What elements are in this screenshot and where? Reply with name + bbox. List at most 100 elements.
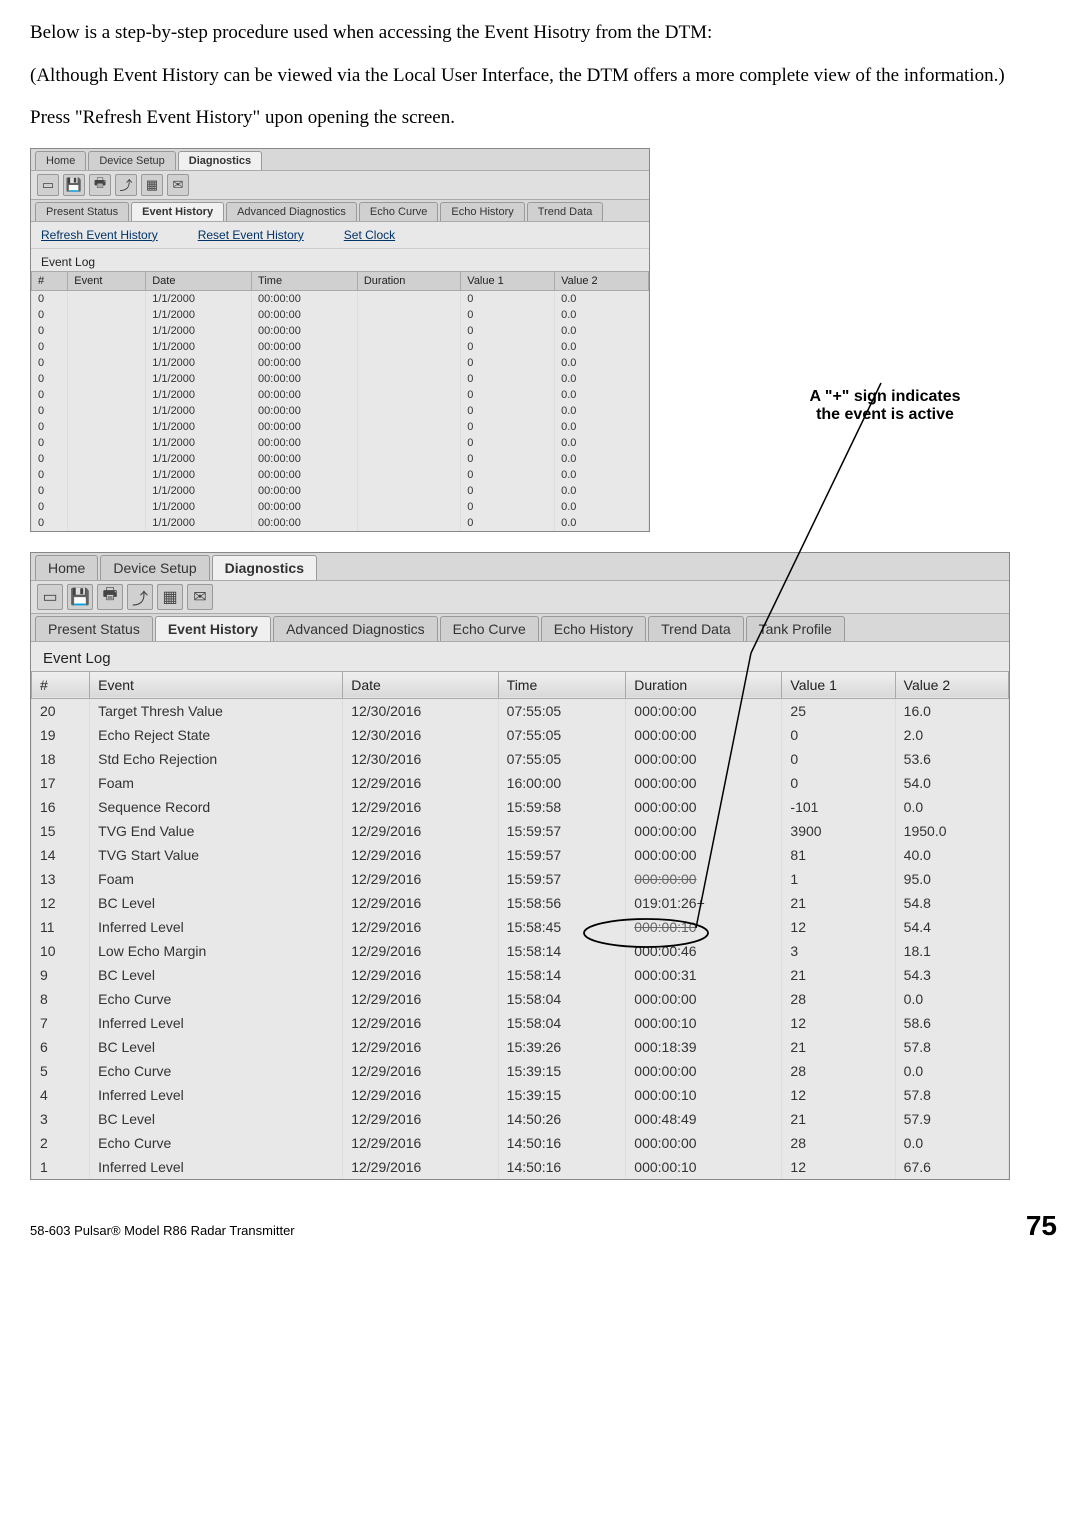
action-refresh-event-history[interactable]: Refresh Event History — [41, 228, 158, 242]
table-row[interactable]: 01/1/200000:00:0000.0 — [32, 451, 649, 467]
cell-v1: 0 — [461, 355, 555, 371]
table-row[interactable]: 01/1/200000:00:0000.0 — [32, 419, 649, 435]
cell-event: Inferred Level — [90, 1083, 343, 1107]
mail-icon[interactable]: ✉ — [167, 174, 189, 196]
col-value-1: Value 1 — [461, 271, 555, 290]
cell-v2: 0.0 — [555, 467, 649, 483]
cell-time: 00:00:00 — [252, 371, 358, 387]
tab-home[interactable]: Home — [35, 555, 98, 580]
sub-tabs-row-big: Present StatusEvent HistoryAdvanced Diag… — [31, 614, 1009, 642]
cell-date: 1/1/2000 — [146, 467, 252, 483]
save-icon[interactable]: 💾 — [63, 174, 85, 196]
table-row[interactable]: 19Echo Reject State12/30/201607:55:05000… — [32, 723, 1009, 747]
action-set-clock[interactable]: Set Clock — [344, 228, 395, 242]
cell-n: 0 — [32, 371, 68, 387]
cell-time: 15:39:26 — [498, 1035, 626, 1059]
cell-v1: 21 — [782, 963, 895, 987]
save-icon[interactable]: 💾 — [67, 584, 93, 610]
cell-dur: 000:00:00 — [626, 987, 782, 1011]
cell-dur: 000:00:00 — [626, 723, 782, 747]
action-reset-event-history[interactable]: Reset Event History — [198, 228, 304, 242]
tab-present-status[interactable]: Present Status — [35, 202, 129, 221]
tab-device-setup[interactable]: Device Setup — [100, 555, 209, 580]
cell-v2: 53.6 — [895, 747, 1008, 771]
tab-event-history[interactable]: Event History — [131, 202, 224, 221]
tab-echo-history[interactable]: Echo History — [440, 202, 524, 221]
cell-date: 1/1/2000 — [146, 355, 252, 371]
table-row[interactable]: 20Target Thresh Value12/30/201607:55:050… — [32, 698, 1009, 723]
table-row[interactable]: 6BC Level12/29/201615:39:26000:18:392157… — [32, 1035, 1009, 1059]
callout-text: A "+" sign indicates the event is active — [770, 388, 1000, 424]
table-row[interactable]: 01/1/200000:00:0000.0 — [32, 290, 649, 307]
tab-advanced-diagnostics[interactable]: Advanced Diagnostics — [226, 202, 357, 221]
tab-trend-data[interactable]: Trend Data — [527, 202, 604, 221]
table-row[interactable]: 5Echo Curve12/29/201615:39:15000:00:0028… — [32, 1059, 1009, 1083]
table-row[interactable]: 01/1/200000:00:0000.0 — [32, 387, 649, 403]
tab-echo-curve[interactable]: Echo Curve — [359, 202, 438, 221]
cell-time: 15:58:04 — [498, 1011, 626, 1035]
cell-date: 1/1/2000 — [146, 419, 252, 435]
cell-v2: 0.0 — [555, 323, 649, 339]
toolbar-icon-generic[interactable]: ▭ — [37, 584, 63, 610]
table-row[interactable]: 01/1/200000:00:0000.0 — [32, 467, 649, 483]
tab-tank-profile[interactable]: Tank Profile — [746, 616, 845, 641]
table-row[interactable]: 2Echo Curve12/29/201614:50:16000:00:0028… — [32, 1131, 1009, 1155]
tab-trend-data[interactable]: Trend Data — [648, 616, 744, 641]
tab-home[interactable]: Home — [35, 151, 86, 170]
table-row[interactable]: 12BC Level12/29/201615:58:56019:01:26+21… — [32, 891, 1009, 915]
table-row[interactable]: 7Inferred Level12/29/201615:58:04000:00:… — [32, 1011, 1009, 1035]
cell-n: 0 — [32, 307, 68, 323]
table-row[interactable]: 8Echo Curve12/29/201615:58:04000:00:0028… — [32, 987, 1009, 1011]
table-row[interactable]: 1Inferred Level12/29/201614:50:16000:00:… — [32, 1155, 1009, 1179]
tab-echo-history[interactable]: Echo History — [541, 616, 646, 641]
cell-dur — [357, 403, 460, 419]
table-row[interactable]: 13Foam12/29/201615:59:57000:00:00195.0 — [32, 867, 1009, 891]
grid-icon[interactable]: ▦ — [157, 584, 183, 610]
table-row[interactable]: 18Std Echo Rejection12/30/201607:55:0500… — [32, 747, 1009, 771]
tab-present-status[interactable]: Present Status — [35, 616, 153, 641]
print-icon[interactable]: 🖶 — [97, 584, 123, 610]
grid-icon[interactable]: ▦ — [141, 174, 163, 196]
table-row[interactable]: 4Inferred Level12/29/201615:39:15000:00:… — [32, 1083, 1009, 1107]
tab-echo-curve[interactable]: Echo Curve — [440, 616, 539, 641]
table-row[interactable]: 01/1/200000:00:0000.0 — [32, 355, 649, 371]
table-row[interactable]: 01/1/200000:00:0000.0 — [32, 323, 649, 339]
table-row[interactable]: 01/1/200000:00:0000.0 — [32, 483, 649, 499]
table-row[interactable]: 15TVG End Value12/29/201615:59:57000:00:… — [32, 819, 1009, 843]
mail-icon[interactable]: ✉ — [187, 584, 213, 610]
table-row[interactable]: 01/1/200000:00:0000.0 — [32, 307, 649, 323]
table-row[interactable]: 3BC Level12/29/201614:50:26000:48:492157… — [32, 1107, 1009, 1131]
upload-icon[interactable]: ⤴ — [127, 584, 153, 610]
cell-date: 1/1/2000 — [146, 435, 252, 451]
table-row[interactable]: 14TVG Start Value12/29/201615:59:57000:0… — [32, 843, 1009, 867]
tab-device-setup[interactable]: Device Setup — [88, 151, 175, 170]
table-row[interactable]: 01/1/200000:00:0000.0 — [32, 371, 649, 387]
table-row[interactable]: 01/1/200000:00:0000.0 — [32, 435, 649, 451]
tab-diagnostics[interactable]: Diagnostics — [212, 555, 317, 580]
cell-dur — [357, 499, 460, 515]
table-row[interactable]: 01/1/200000:00:0000.0 — [32, 403, 649, 419]
tab-advanced-diagnostics[interactable]: Advanced Diagnostics — [273, 616, 438, 641]
print-icon[interactable]: 🖶 — [89, 174, 111, 196]
tab-diagnostics[interactable]: Diagnostics — [178, 151, 262, 170]
table-row[interactable]: 9BC Level12/29/201615:58:14000:00:312154… — [32, 963, 1009, 987]
table-row[interactable]: 01/1/200000:00:0000.0 — [32, 499, 649, 515]
upload-icon[interactable]: ⤴ — [115, 174, 137, 196]
toolbar-row: ▭ 💾 🖶 ⤴ ▦ ✉ — [31, 171, 649, 200]
table-row[interactable]: 11Inferred Level12/29/201615:58:45000:00… — [32, 915, 1009, 939]
cell-n: 2 — [32, 1131, 90, 1155]
table-row[interactable]: 10Low Echo Margin12/29/201615:58:14000:0… — [32, 939, 1009, 963]
toolbar-icon-generic[interactable]: ▭ — [37, 174, 59, 196]
cell-time: 15:58:14 — [498, 963, 626, 987]
cell-v1: 0 — [782, 771, 895, 795]
cell-event: Sequence Record — [90, 795, 343, 819]
cell-event: Inferred Level — [90, 915, 343, 939]
cell-time: 15:59:57 — [498, 819, 626, 843]
tab-event-history[interactable]: Event History — [155, 616, 271, 641]
col-event: Event — [68, 271, 146, 290]
table-row[interactable]: 01/1/200000:00:0000.0 — [32, 339, 649, 355]
table-row[interactable]: 16Sequence Record12/29/201615:59:58000:0… — [32, 795, 1009, 819]
cell-date: 12/29/2016 — [343, 1131, 498, 1155]
table-row[interactable]: 01/1/200000:00:0000.0 — [32, 515, 649, 531]
table-row[interactable]: 17Foam12/29/201616:00:00000:00:00054.0 — [32, 771, 1009, 795]
